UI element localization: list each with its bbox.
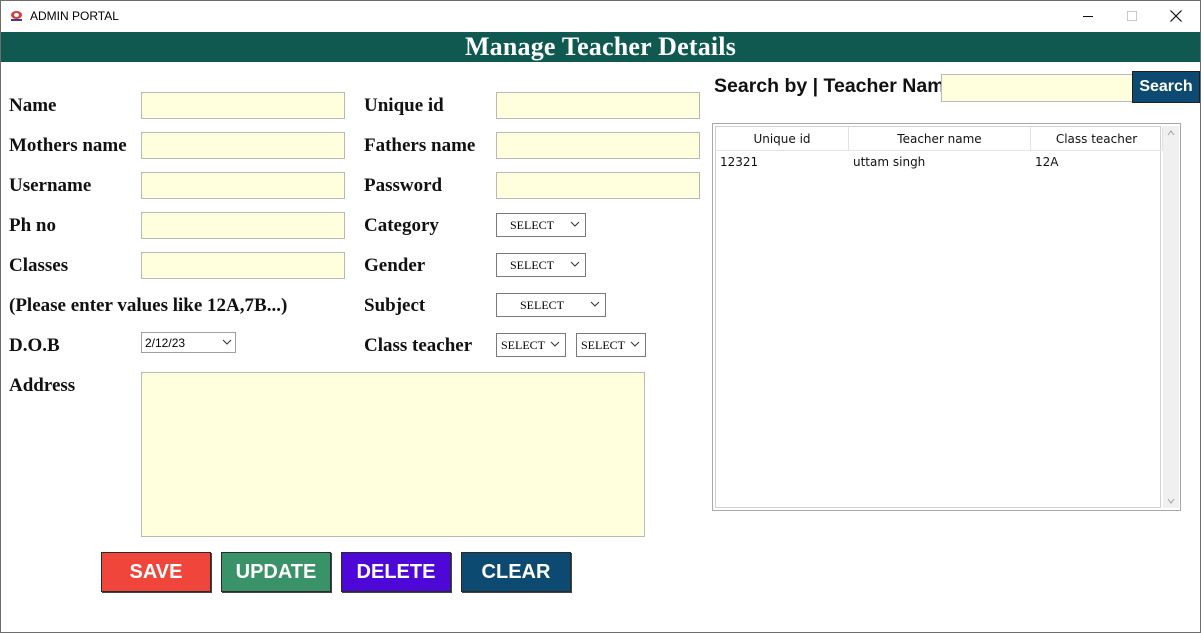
subject-select-value: SELECT [520, 298, 564, 312]
unique-id-input[interactable] [496, 92, 700, 119]
classes-label: Classes [9, 255, 69, 276]
minimize-icon [1082, 15, 1093, 17]
mothers-name-label: Mothers name [9, 135, 127, 156]
scroll-up-icon[interactable] [1166, 128, 1176, 138]
chevron-down-icon [570, 261, 580, 267]
ph-no-input[interactable] [141, 212, 345, 239]
class-teacher-section-value: SELECT [581, 338, 625, 352]
password-label: Password [364, 175, 443, 196]
chevron-down-icon [222, 339, 232, 345]
mothers-name-input[interactable] [141, 132, 345, 159]
chevron-down-icon [550, 341, 560, 347]
classes-input[interactable] [141, 252, 345, 279]
subject-label: Subject [364, 295, 426, 316]
save-button[interactable]: SAVE [101, 552, 211, 592]
maximize-icon [1126, 10, 1137, 21]
teacher-table: Unique id Teacher name Class teacher 123… [712, 123, 1181, 511]
table-scrollbar[interactable] [1163, 126, 1179, 508]
gender-label: Gender [364, 255, 426, 276]
name-label: Name [9, 95, 57, 116]
username-label: Username [9, 175, 92, 196]
ph-no-label: Ph no [9, 215, 56, 236]
title-bar: ADMIN PORTAL [1, 1, 1200, 31]
name-input[interactable] [141, 92, 345, 119]
password-input[interactable] [496, 172, 700, 199]
search-button[interactable]: Search [1132, 71, 1200, 103]
fathers-name-input[interactable] [496, 132, 700, 159]
update-button[interactable]: UPDATE [221, 552, 331, 592]
chevron-down-icon [630, 341, 640, 347]
scroll-down-icon[interactable] [1166, 496, 1176, 506]
category-label: Category [364, 215, 439, 236]
class-teacher-section-select[interactable]: SELECT [576, 333, 646, 357]
chevron-down-icon [570, 221, 580, 227]
class-teacher-grade-select[interactable]: SELECT [496, 333, 566, 357]
username-input[interactable] [141, 172, 345, 199]
column-header-class-teacher[interactable]: Class teacher [1031, 127, 1163, 151]
table-header: Unique id Teacher name Class teacher [716, 127, 1163, 151]
page-header: Manage Teacher Details [1, 32, 1200, 62]
cell-class-teacher: 12A [1035, 155, 1059, 169]
gender-select[interactable]: SELECT [496, 253, 586, 277]
app-window: ADMIN PORTAL Manage Teacher Details Name… [0, 0, 1201, 633]
window-title: ADMIN PORTAL [30, 9, 119, 23]
unique-id-label: Unique id [364, 95, 444, 116]
column-header-teacher-name[interactable]: Teacher name [849, 127, 1031, 151]
cell-teacher-name: uttam singh [853, 155, 926, 169]
subject-select[interactable]: SELECT [496, 293, 606, 317]
class-teacher-label: Class teacher [364, 335, 473, 356]
dob-value: 2/12/23 [145, 336, 186, 350]
minimize-button[interactable] [1065, 1, 1111, 31]
class-teacher-grade-value: SELECT [501, 338, 545, 352]
page-title: Manage Teacher Details [464, 32, 737, 61]
maximize-button[interactable] [1109, 1, 1155, 31]
chevron-down-icon [590, 301, 600, 307]
search-label: Search by | Teacher Name [714, 75, 942, 97]
delete-button[interactable]: DELETE [341, 552, 451, 592]
fathers-name-label: Fathers name [364, 135, 476, 156]
address-textarea[interactable] [141, 372, 645, 537]
teacher-table-body[interactable]: Unique id Teacher name Class teacher 123… [715, 126, 1163, 508]
dob-label: D.O.B [9, 335, 60, 356]
address-label: Address [9, 375, 76, 396]
category-select[interactable]: SELECT [496, 213, 586, 237]
category-select-value: SELECT [510, 218, 554, 232]
close-icon [1170, 10, 1182, 22]
search-input[interactable] [941, 74, 1133, 102]
app-logo-icon [11, 11, 22, 21]
cell-unique-id: 12321 [720, 155, 759, 169]
dob-date-picker[interactable]: 2/12/23 [141, 332, 236, 353]
close-button[interactable] [1153, 1, 1199, 31]
gender-select-value: SELECT [510, 258, 554, 272]
column-header-unique-id[interactable]: Unique id [716, 127, 849, 151]
clear-button[interactable]: CLEAR [461, 552, 571, 592]
classes-hint: (Please enter values like 12A,7B...) [9, 295, 288, 316]
